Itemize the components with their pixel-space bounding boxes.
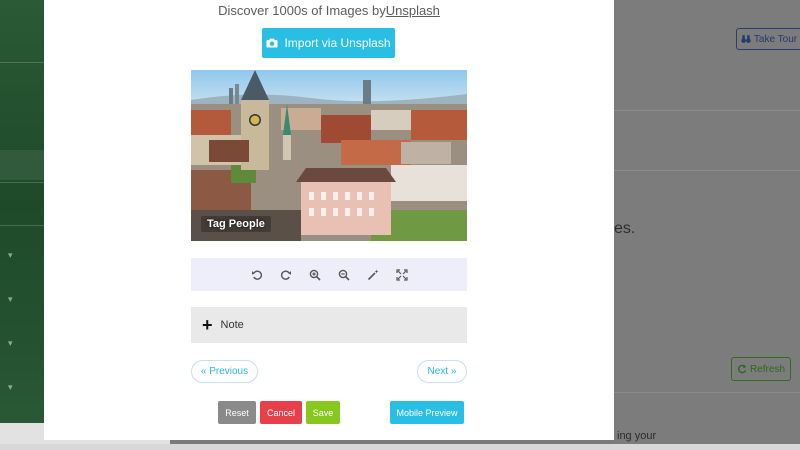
refresh-button[interactable]: Refresh: [731, 357, 791, 381]
magic-wand-icon[interactable]: [366, 268, 380, 282]
zoom-in-icon[interactable]: [308, 268, 322, 282]
tag-people-button[interactable]: Tag People: [201, 216, 271, 232]
sidebar-divider: [0, 225, 44, 226]
refresh-label: Refresh: [749, 363, 785, 375]
take-tour-label: Take Tour: [753, 33, 798, 45]
sidebar-active-item[interactable]: [0, 150, 44, 180]
plus-icon: +: [202, 315, 213, 335]
background-divider: [614, 170, 800, 171]
mobile-preview-button[interactable]: Mobile Preview: [390, 401, 464, 424]
import-unsplash-button[interactable]: Import via Unsplash: [262, 28, 395, 58]
background-text-fragment: es.: [614, 220, 636, 237]
sidebar-divider: [0, 62, 44, 63]
reset-button[interactable]: Reset: [218, 401, 256, 424]
image-edit-toolbar: [191, 258, 467, 291]
background-footer: [0, 444, 800, 450]
background-text-fragment: ing your: [617, 430, 657, 442]
refresh-icon: [738, 364, 747, 374]
chevron-down-icon[interactable]: ▾: [8, 382, 13, 393]
fullscreen-icon[interactable]: [395, 268, 409, 282]
zoom-out-icon[interactable]: [337, 268, 351, 282]
app-sidebar: ▾ ▾ ▾ ▾: [0, 0, 44, 450]
save-button[interactable]: Save: [306, 401, 340, 424]
next-button[interactable]: Next »: [417, 360, 467, 383]
chevron-down-icon[interactable]: ▾: [8, 338, 13, 349]
header-text: Discover 1000s of Images by: [218, 3, 386, 18]
background-divider: [614, 110, 800, 111]
note-label: Note: [220, 319, 244, 331]
import-button-label: Import via Unsplash: [284, 36, 391, 50]
binoculars-icon: [741, 35, 751, 43]
rotate-left-icon[interactable]: [250, 268, 264, 282]
cancel-button[interactable]: Cancel: [260, 401, 302, 424]
unsplash-header: Discover 1000s of Images byUnsplash: [44, 3, 614, 18]
background-main-panel: [614, 0, 800, 450]
camera-icon: [266, 38, 278, 48]
note-section[interactable]: + Note: [191, 307, 467, 343]
previous-button[interactable]: « Previous: [191, 360, 258, 383]
city-photo: Tag People: [191, 70, 467, 241]
sidebar-divider: [0, 182, 44, 183]
unsplash-link[interactable]: Unsplash: [386, 3, 440, 18]
image-editor-modal: Discover 1000s of Images byUnsplash Impo…: [44, 0, 614, 440]
background-divider: [614, 392, 800, 393]
take-tour-button[interactable]: Take Tour: [736, 28, 800, 50]
rotate-right-icon[interactable]: [279, 268, 293, 282]
chevron-down-icon[interactable]: ▾: [8, 250, 13, 261]
chevron-down-icon[interactable]: ▾: [8, 294, 13, 305]
